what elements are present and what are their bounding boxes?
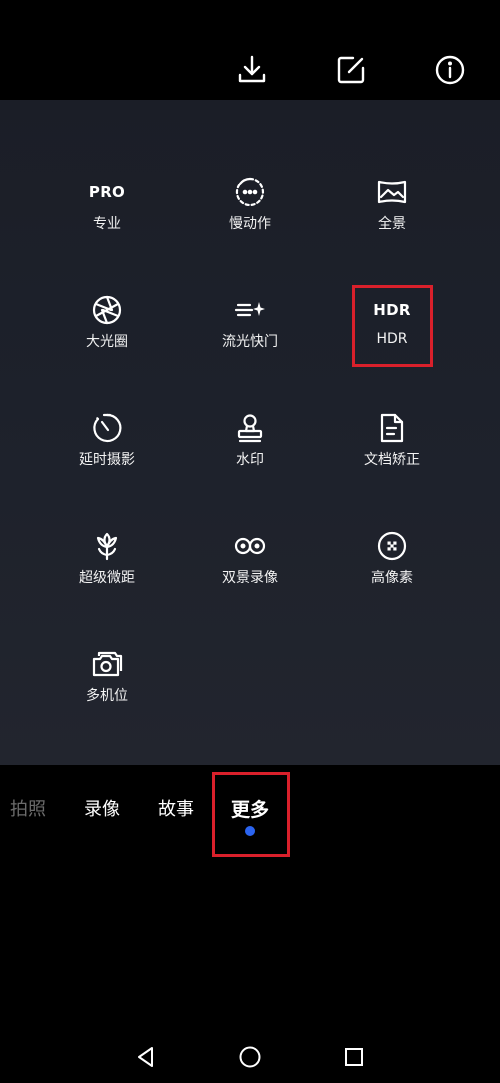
mode-label: HDR — [376, 331, 408, 347]
tab-story[interactable]: 故事 — [158, 795, 194, 821]
light-trail-icon — [233, 293, 267, 327]
panorama-icon — [375, 175, 409, 209]
mode-label: 双景录像 — [222, 570, 278, 586]
mode-label: 全景 — [378, 216, 406, 232]
stamp-icon — [233, 411, 267, 445]
mode-label: 流光快门 — [222, 334, 278, 350]
mode-panorama[interactable]: 全景 — [322, 175, 462, 265]
mode-label: 多机位 — [86, 688, 128, 704]
tab-video[interactable]: 录像 — [84, 795, 120, 821]
mode-label: 大光圈 — [86, 334, 128, 350]
mode-label: 慢动作 — [229, 216, 271, 232]
system-nav-bar — [0, 1020, 500, 1083]
aperture-icon — [90, 293, 124, 327]
tab-more[interactable]: 更多 — [231, 795, 269, 822]
mode-multi-camera[interactable]: 多机位 — [37, 647, 177, 737]
active-tab-indicator — [245, 826, 255, 836]
mode-label: 超级微距 — [79, 570, 135, 586]
mode-pro[interactable]: PRO 专业 — [37, 175, 177, 265]
dual-view-icon — [233, 529, 267, 563]
flower-icon — [90, 529, 124, 563]
mode-tabs-bar: 拍照 录像 故事 更多 — [0, 765, 500, 865]
tab-photo[interactable]: 拍照 — [10, 795, 46, 821]
home-icon[interactable] — [235, 1042, 265, 1072]
edit-icon[interactable] — [333, 52, 369, 88]
info-icon[interactable] — [432, 52, 468, 88]
camera-screen: PRO 专业 慢动作 全景 大光圈 流光快门 HDR HDR 延时摄影 水印 文… — [0, 0, 500, 1083]
mode-label: 水印 — [236, 452, 264, 468]
timelapse-icon — [90, 411, 124, 445]
recents-icon[interactable] — [339, 1042, 369, 1072]
mode-label: 专业 — [93, 216, 121, 232]
document-icon — [375, 411, 409, 445]
back-icon[interactable] — [131, 1042, 161, 1072]
slow-motion-icon — [233, 175, 267, 209]
mode-label: 文档矫正 — [364, 452, 420, 468]
pro-icon: PRO — [88, 183, 126, 201]
mode-label: 延时摄影 — [79, 452, 135, 468]
high-res-icon — [375, 529, 409, 563]
mode-dual-view[interactable]: 双景录像 — [180, 529, 320, 619]
mode-document[interactable]: 文档矫正 — [322, 411, 462, 501]
mode-timelapse[interactable]: 延时摄影 — [37, 411, 177, 501]
mode-label: 高像素 — [371, 570, 413, 586]
mode-high-res[interactable]: 高像素 — [322, 529, 462, 619]
top-bar — [0, 0, 500, 100]
mode-slow-motion[interactable]: 慢动作 — [180, 175, 320, 265]
download-icon[interactable] — [234, 52, 270, 88]
mode-aperture[interactable]: 大光圈 — [37, 293, 177, 383]
mode-hdr[interactable]: HDR HDR — [322, 293, 462, 383]
hdr-icon: HDR — [373, 301, 411, 319]
mode-light-trail[interactable]: 流光快门 — [180, 293, 320, 383]
mode-watermark[interactable]: 水印 — [180, 411, 320, 501]
multi-camera-icon — [90, 647, 124, 681]
mode-macro[interactable]: 超级微距 — [37, 529, 177, 619]
